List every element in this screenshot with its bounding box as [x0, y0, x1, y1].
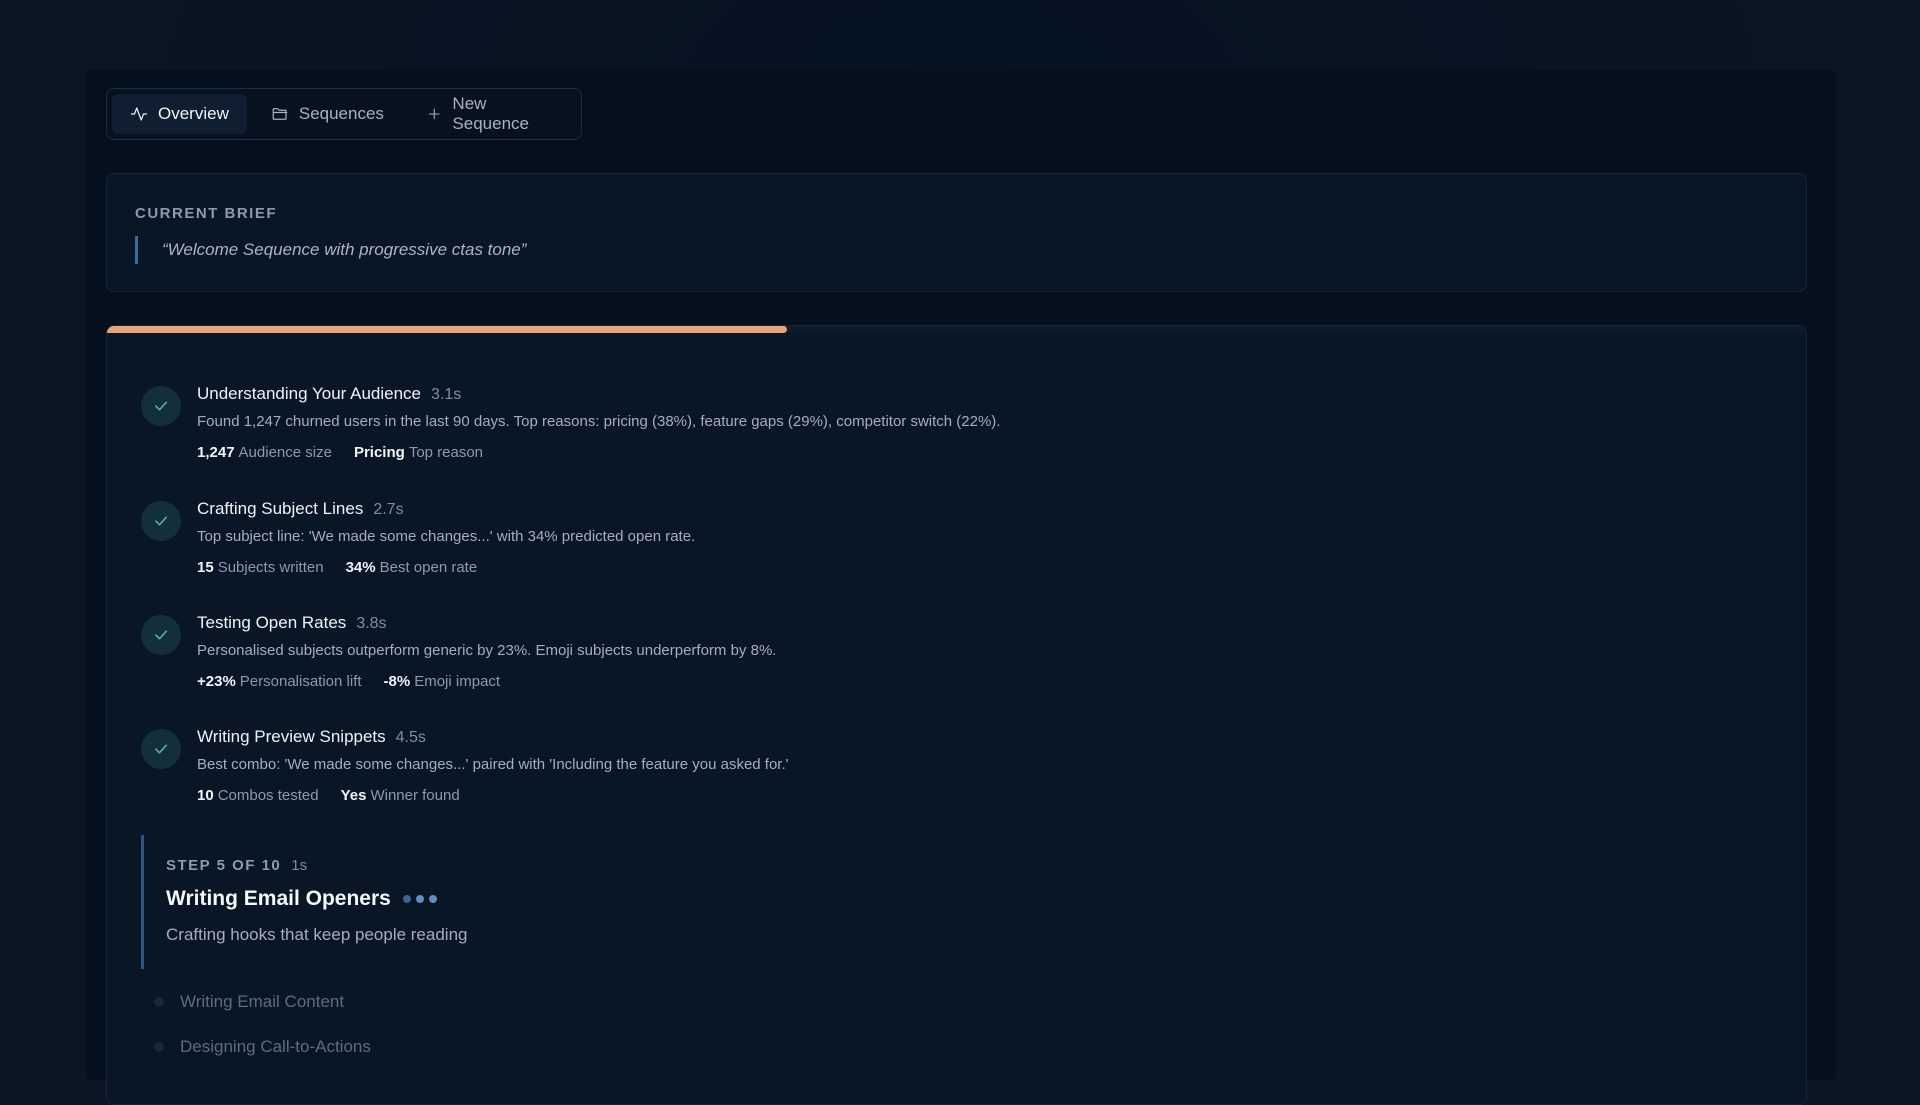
step-duration: 3.8s	[356, 615, 387, 632]
step-title: Testing Open Rates 3.8s	[197, 613, 387, 632]
step-description: Personalised subjects outperform generic…	[197, 642, 777, 659]
current-brief-card: CURRENT BRIEF “Welcome Sequence with pro…	[106, 173, 1807, 292]
pending-dot-icon	[154, 997, 164, 1007]
tab-label: Sequences	[298, 104, 384, 123]
step-title: Crafting Subject Lines 2.7s	[197, 499, 404, 518]
check-icon	[141, 501, 181, 541]
top-nav: Overview Sequences New Sequence	[106, 88, 582, 140]
progress-fill	[107, 326, 787, 333]
tab-overview[interactable]: Overview	[112, 94, 247, 134]
brief-label: CURRENT BRIEF	[135, 205, 277, 222]
pending-step-label: Designing Call-to-Actions	[180, 1037, 371, 1056]
stat: 10 Combos tested	[197, 787, 319, 804]
step-stats: 15 Subjects written 34% Best open rate	[197, 559, 477, 576]
progress-track	[107, 326, 1806, 333]
step-description: Found 1,247 churned users in the last 90…	[197, 413, 1001, 430]
step-duration: 4.5s	[395, 729, 426, 746]
progress-panel: Understanding Your Audience 3.1s Found 1,…	[106, 325, 1807, 1105]
check-icon	[141, 729, 181, 769]
step-description: Top subject line: 'We made some changes.…	[197, 528, 696, 545]
pending-dot-icon	[154, 1042, 164, 1052]
step-description: Best combo: 'We made some changes...' pa…	[197, 756, 789, 773]
folder-icon	[272, 108, 288, 120]
pending-step: Designing Call-to-Actions	[154, 1037, 371, 1057]
check-icon	[141, 386, 181, 426]
plus-icon	[428, 108, 440, 120]
step-title: Writing Preview Snippets 4.5s	[197, 727, 426, 746]
step-stats: 10 Combos tested Yes Winner found	[197, 787, 460, 804]
current-step-title: Writing Email Openers	[166, 887, 437, 911]
stat: 15 Subjects written	[197, 559, 324, 576]
step-title: Understanding Your Audience 3.1s	[197, 384, 462, 403]
current-step-label: STEP 5 OF 10 1s	[166, 857, 308, 874]
check-icon	[141, 615, 181, 655]
stat: Pricing Top reason	[353, 444, 484, 461]
tab-sequences[interactable]: Sequences	[253, 94, 402, 134]
stat: 1,247 Audience size	[197, 444, 332, 461]
pending-step-label: Writing Email Content	[180, 992, 345, 1011]
current-step-subtitle: Crafting hooks that keep people reading	[166, 925, 468, 944]
current-step-duration: 1s	[291, 857, 308, 874]
stat: -8% Emoji impact	[383, 673, 501, 690]
step-duration: 2.7s	[373, 501, 404, 518]
loading-dots-icon	[402, 895, 437, 903]
pending-step: Writing Email Content	[154, 992, 344, 1012]
step-duration: 3.1s	[431, 386, 462, 403]
tab-label: Overview	[158, 104, 229, 123]
activity-icon	[130, 107, 148, 121]
step-stats: +23% Personalisation lift -8% Emoji impact	[197, 673, 500, 690]
tab-new-sequence[interactable]: New Sequence	[408, 94, 576, 134]
step-stats: 1,247 Audience size Pricing Top reason	[197, 444, 483, 461]
brief-quote: “Welcome Sequence with progressive ctas …	[135, 236, 526, 264]
stat: Yes Winner found	[340, 787, 460, 804]
tab-label: New Sequence	[452, 94, 529, 133]
stat: +23% Personalisation lift	[197, 673, 362, 690]
stat: 34% Best open rate	[345, 559, 478, 576]
current-step: STEP 5 OF 10 1s Writing Email Openers Cra…	[141, 835, 741, 969]
